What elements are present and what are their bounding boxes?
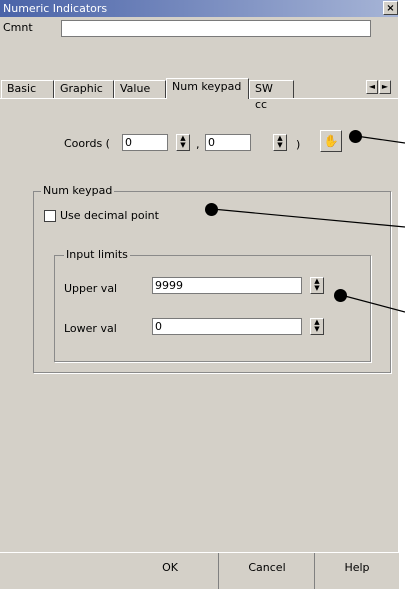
tab-num-keypad[interactable]: Num keypad (166, 78, 249, 99)
callout-dot-coords (349, 130, 362, 143)
callout-line-limits (340, 294, 405, 313)
callout-dot-decimal (205, 203, 218, 216)
callout-line-coords (355, 135, 405, 144)
callout-line-decimal (211, 208, 405, 228)
callout-dot-limits (334, 289, 347, 302)
